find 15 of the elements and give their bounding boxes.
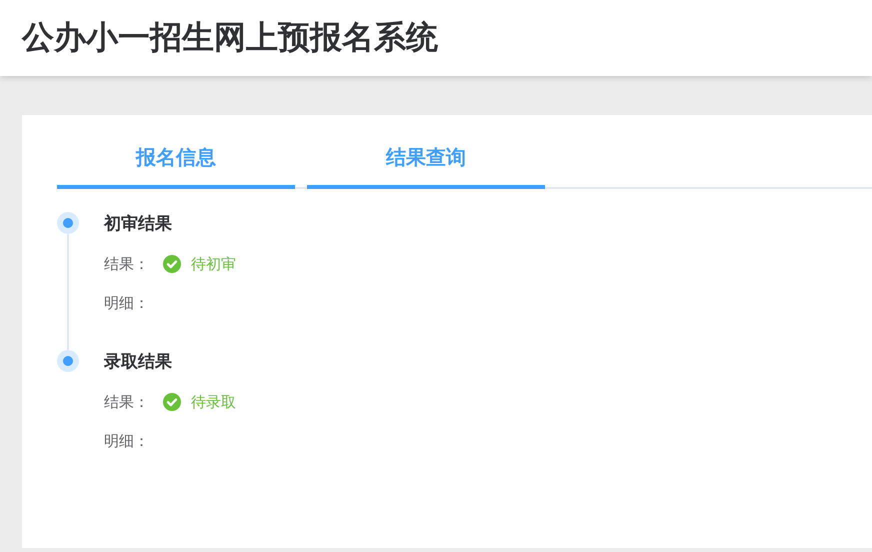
detail-label: 明细： [104, 294, 149, 312]
timeline-dot [57, 350, 79, 372]
check-icon [163, 255, 181, 273]
check-icon [163, 393, 181, 411]
result-label: 结果： [104, 392, 149, 412]
step-title: 初审结果 [104, 213, 173, 235]
step-title: 录取结果 [104, 351, 173, 373]
result-status: 待录取 [191, 392, 236, 412]
tab[interactable]: 报名信息 [57, 133, 295, 189]
tab[interactable]: 结果查询 [307, 133, 545, 189]
result-label: 结果： [104, 254, 149, 274]
detail-label: 明细： [104, 432, 149, 450]
timeline-dot [57, 212, 79, 234]
page-title: 公办小一招生网上预报名系统 [22, 17, 438, 58]
result-status: 待初审 [191, 254, 236, 274]
